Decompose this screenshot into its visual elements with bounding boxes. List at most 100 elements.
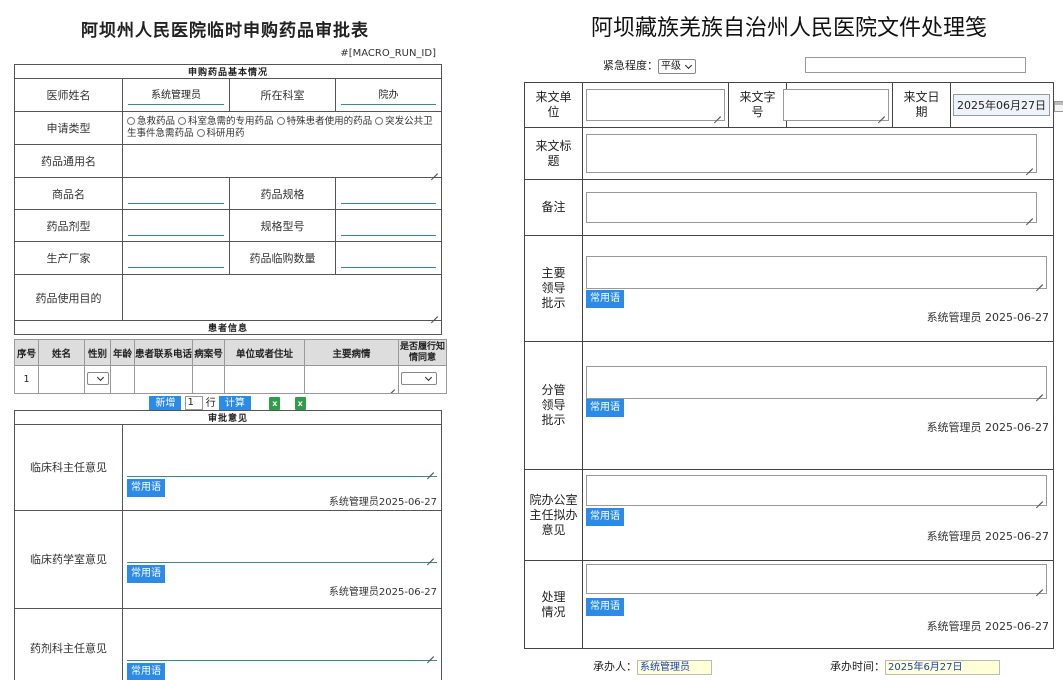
approval-textarea[interactable] (127, 515, 438, 563)
resize-grip-icon[interactable] (878, 110, 885, 117)
col-header: 主要病情 (304, 339, 399, 366)
resize-grip-icon[interactable] (427, 650, 434, 657)
purpose-textarea[interactable] (121, 274, 443, 321)
common-phrase-button[interactable]: 常用语 (586, 290, 624, 308)
chevron-down-icon (86, 371, 109, 385)
model-field[interactable] (341, 216, 437, 236)
resize-grip-icon[interactable] (1036, 583, 1043, 590)
resize-grip-icon[interactable] (388, 383, 395, 390)
apply-option[interactable]: 科研用药 (196, 128, 245, 139)
common-phrase-button[interactable]: 常用语 (127, 663, 165, 680)
src-unit-label: 来文单位 (524, 82, 583, 128)
section-signature: 系统管理员 2025-06-27 (926, 421, 1049, 434)
src-no-input[interactable] (783, 89, 889, 121)
maker-field[interactable] (128, 248, 224, 268)
col-header: 单位或者住址 (224, 339, 305, 366)
approval-label: 药剂科主任意见 (14, 608, 123, 680)
section-textarea[interactable] (586, 475, 1047, 506)
form-field[interactable] (128, 216, 224, 236)
section-signature: 系统管理员 2025-06-27 (926, 620, 1049, 633)
common-phrase-button[interactable]: 常用语 (586, 399, 624, 417)
form-label: 药品剂型 (14, 209, 123, 242)
resize-grip-icon[interactable] (1036, 388, 1043, 395)
table-row: 1 (14, 365, 447, 394)
src-title-input[interactable] (586, 134, 1037, 173)
excel-import-icon[interactable]: x (269, 397, 281, 410)
approval-signature: 系统管理员2025-06-27 (328, 497, 438, 508)
qty-field[interactable] (341, 248, 437, 268)
condition-cell[interactable] (304, 365, 399, 394)
resize-grip-icon[interactable] (714, 110, 721, 117)
section-label: 分管领导批示 (524, 341, 583, 470)
resize-grip-icon[interactable] (1036, 278, 1043, 285)
record-cell[interactable] (192, 365, 225, 394)
col-header: 姓名 (38, 339, 85, 366)
dept-label: 所在科室 (229, 78, 336, 112)
handler-field[interactable]: 系统管理员 (637, 659, 712, 675)
section-cell: 常用语 系统管理员 2025-06-27 (582, 341, 1054, 470)
spec-field[interactable] (341, 184, 437, 204)
patient-table: 序号 姓名 性别 年龄 患者联系电话 病案号 单位或者住址 主要病情 是否履行知… (14, 339, 447, 394)
handler-row: 承办人： 系统管理员 (593, 658, 712, 675)
src-date-input[interactable]: 2025年06月27日 (953, 94, 1050, 116)
macro-run-id: #[MACRO_RUN_ID] (340, 48, 436, 59)
apply-option[interactable]: 特殊患者使用的药品 (276, 116, 372, 127)
consent-select[interactable] (398, 365, 447, 394)
src-no-cell (783, 82, 893, 128)
section-textarea[interactable] (586, 366, 1047, 399)
chevron-down-icon (401, 371, 437, 385)
common-phrase-button[interactable]: 常用语 (586, 598, 624, 616)
resize-grip-icon[interactable] (431, 310, 438, 317)
resize-grip-icon[interactable] (427, 466, 434, 473)
resize-grip-icon[interactable] (1026, 212, 1033, 219)
section-textarea[interactable] (586, 256, 1047, 289)
common-phrase-button[interactable]: 常用语 (127, 565, 165, 583)
trade-name-field[interactable] (128, 184, 224, 204)
phone-cell[interactable] (134, 365, 193, 394)
calendar-icon[interactable] (1054, 100, 1063, 112)
patient-toolbar: 新增 1 行 计算 x x (14, 394, 441, 411)
dept-field[interactable]: 院办 (341, 85, 437, 105)
gender-select[interactable] (84, 365, 111, 394)
resize-grip-icon[interactable] (431, 167, 438, 174)
radio-icon (375, 117, 384, 125)
approval-cell: 常用语 系统管理员2025-06-27 (121, 424, 443, 511)
urgency-row: 紧急程度： 平级 (603, 57, 696, 74)
address-cell[interactable] (224, 365, 305, 394)
section-cell: 常用语 系统管理员 2025-06-27 (582, 235, 1054, 342)
remark-input[interactable] (586, 192, 1037, 223)
common-phrase-button[interactable]: 常用语 (586, 508, 624, 526)
src-unit-input[interactable] (586, 89, 725, 121)
urgency-select[interactable]: 平级 (658, 58, 696, 74)
apply-option[interactable]: 科室急需的专用药品 (178, 116, 274, 127)
doc-title: 阿坝藏族羌族自治州人民医院文件处理笺 (590, 16, 987, 41)
resize-grip-icon[interactable] (1036, 495, 1043, 502)
add-row-button[interactable]: 新增 (149, 396, 182, 411)
generic-name-textarea[interactable] (121, 144, 443, 178)
col-header: 序号 (14, 339, 39, 366)
handle-time-field[interactable]: 2025年6月27日 (885, 659, 1000, 675)
apply-option[interactable]: 急救药品 (127, 116, 175, 127)
urgency-label: 紧急程度： (603, 59, 658, 72)
name-cell[interactable] (38, 365, 85, 394)
age-cell[interactable] (110, 365, 135, 394)
approval-textarea[interactable] (127, 429, 438, 477)
doctor-field[interactable]: 系统管理员 (128, 85, 224, 105)
src-unit-cell (582, 82, 729, 128)
section-cell: 常用语 系统管理员 2025-06-27 (582, 560, 1054, 649)
common-phrase-button[interactable]: 常用语 (127, 479, 165, 497)
section-textarea[interactable] (586, 564, 1047, 594)
row-count-input[interactable]: 1 (184, 396, 203, 410)
purpose-label: 药品使用目的 (14, 274, 123, 321)
col-header: 性别 (84, 339, 111, 366)
section-cell: 常用语 系统管理员 2025-06-27 (582, 469, 1054, 561)
approval-textarea[interactable] (127, 613, 438, 661)
section-signature: 系统管理员 2025-06-27 (926, 311, 1049, 324)
approval-label: 临床科主任意见 (14, 424, 123, 511)
top-input[interactable] (805, 57, 1026, 73)
resize-grip-icon[interactable] (1026, 162, 1033, 169)
resize-grip-icon[interactable] (427, 552, 434, 559)
approval-signature: 系统管理员2025-06-27 (328, 587, 438, 598)
excel-export-icon[interactable]: x (294, 397, 306, 410)
calc-button[interactable]: 计算 (218, 396, 251, 411)
